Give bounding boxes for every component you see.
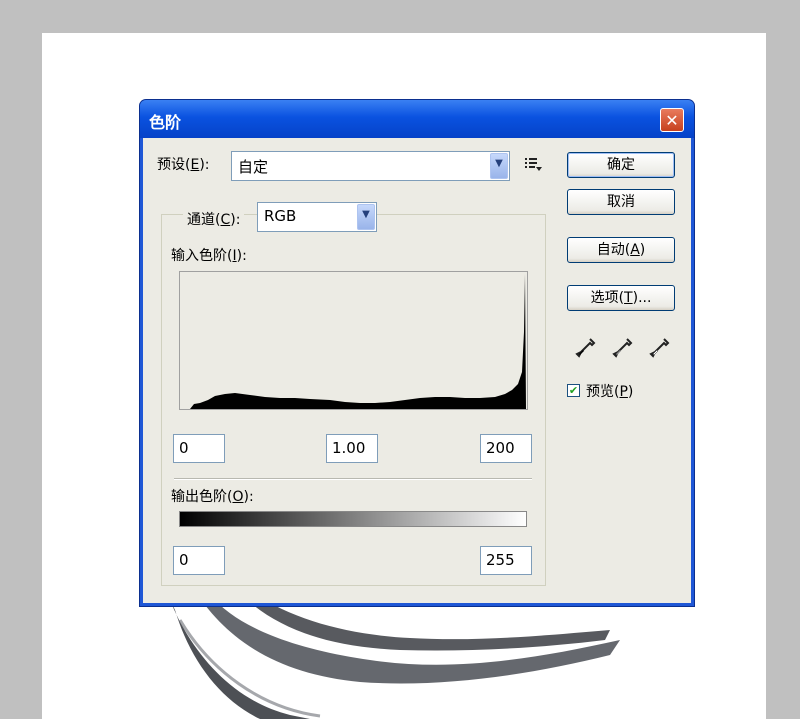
histogram [179, 271, 528, 410]
output-gradient-bar [179, 511, 527, 527]
gray-eyedropper-icon[interactable] [612, 336, 634, 358]
divider [174, 478, 532, 480]
ok-button[interactable]: 确定 [567, 152, 675, 178]
output-black-field[interactable]: 0 [173, 546, 225, 575]
auto-button[interactable]: 自动(A) [567, 237, 675, 263]
options-button[interactable]: 选项(T)... [567, 285, 675, 311]
preset-dropdown[interactable]: 自定 ▼ [231, 151, 510, 181]
white-eyedropper-icon[interactable] [649, 336, 671, 358]
input-white-field[interactable]: 200 [480, 434, 532, 463]
chevron-down-icon[interactable]: ▼ [490, 153, 508, 179]
preview-label[interactable]: 预览(P) [586, 381, 633, 401]
channel-value: RGB [264, 207, 297, 225]
chevron-down-icon[interactable]: ▼ [357, 204, 375, 230]
levels-dialog: 色阶 ✕ 预设(E): 自定 ▼ 确定 取消 自动(A) 选项(T)... ✔ … [140, 100, 694, 606]
histogram-plot [180, 274, 526, 409]
list-menu-icon[interactable] [523, 156, 543, 172]
title-bar[interactable]: 色阶 ✕ [140, 100, 694, 138]
preview-checkbox[interactable]: ✔ [567, 384, 580, 397]
dialog-title: 色阶 [149, 113, 182, 132]
input-gamma-field[interactable]: 1.00 [326, 434, 378, 463]
dialog-body: 预设(E): 自定 ▼ 确定 取消 自动(A) 选项(T)... ✔ 预览(P)… [143, 138, 691, 603]
output-white-field[interactable]: 255 [480, 546, 532, 575]
black-eyedropper-icon[interactable] [575, 336, 597, 358]
input-levels-label: 输入色阶(I): [171, 248, 247, 264]
output-levels-label: 输出色阶(O): [171, 489, 254, 505]
close-button[interactable]: ✕ [660, 108, 684, 132]
input-black-field[interactable]: 0 [173, 434, 225, 463]
preset-value: 自定 [238, 158, 269, 176]
channel-dropdown[interactable]: RGB ▼ [257, 202, 377, 232]
channel-label: 通道(C): [183, 209, 245, 229]
close-icon: ✕ [665, 111, 679, 130]
cancel-button[interactable]: 取消 [567, 189, 675, 215]
preset-label: 预设(E): [157, 157, 210, 173]
brush-stroke-artwork [170, 590, 620, 719]
